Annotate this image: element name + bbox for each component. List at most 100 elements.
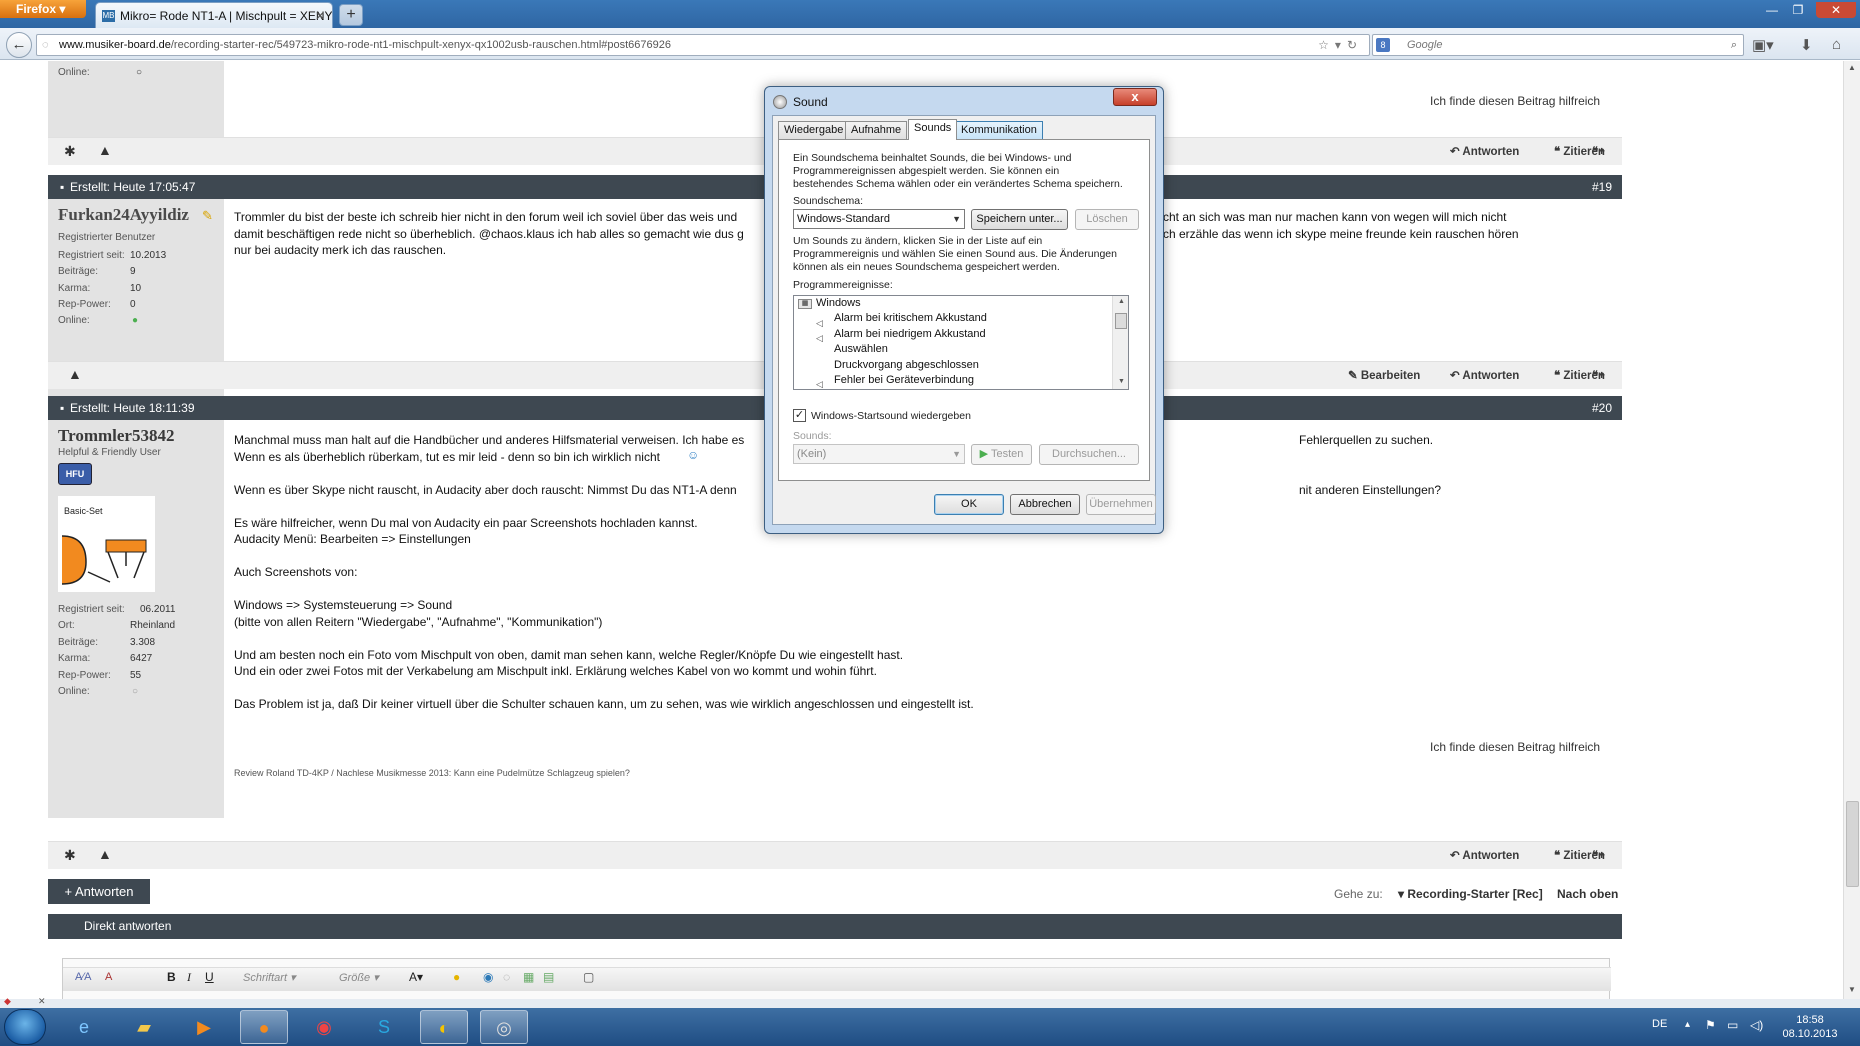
new-reply-button[interactable]: + Antworten <box>48 879 150 904</box>
tab-sounds[interactable]: Sounds <box>908 119 958 140</box>
abp-icon[interactable]: ◆ <box>4 996 11 1007</box>
save-as-button[interactable]: Speichern unter... <box>971 209 1068 230</box>
multi-quote-icon[interactable]: ❝+ <box>1592 848 1605 862</box>
event-item[interactable]: Auswählen <box>834 342 888 357</box>
system-clock[interactable]: 18:58 08.10.2013 <box>1770 1013 1850 1041</box>
username-link[interactable]: Furkan24Ayyildiz <box>58 205 189 225</box>
firefox-menu-button[interactable]: Firefox ▾ <box>0 0 86 18</box>
bold-icon[interactable]: B <box>167 970 176 984</box>
scrollbar-thumb[interactable] <box>1846 801 1859 887</box>
startup-sound-checkbox[interactable]: ✓ <box>793 409 806 422</box>
smiley-insert-icon[interactable]: ● <box>453 970 460 984</box>
speaker-icon: ◁ <box>816 333 823 343</box>
unlink-icon[interactable]: ◌ <box>503 970 510 984</box>
remove-format-icon[interactable]: A <box>105 971 112 983</box>
skype-icon[interactable]: S <box>360 1010 408 1044</box>
scroll-down-icon[interactable]: ▼ <box>1848 985 1856 994</box>
magnifier-icon[interactable]: ⌕ <box>1731 35 1737 55</box>
reply-button[interactable]: ↶ Antworten <box>1450 848 1519 862</box>
bookmarks-icon[interactable]: ▣▾ <box>1752 36 1774 54</box>
ok-button[interactable]: OK <box>934 494 1004 515</box>
post-number-link[interactable]: #19 <box>1592 175 1612 199</box>
event-item[interactable]: Fehler bei Geräteverbindung <box>834 373 974 388</box>
avatar[interactable]: Basic-Set <box>58 496 155 592</box>
search-input[interactable]: 8 Google ⌕ <box>1372 34 1744 56</box>
browse-button[interactable]: Durchsuchen... <box>1039 444 1139 465</box>
internet-explorer-icon[interactable]: e <box>60 1010 108 1044</box>
action-center-flag-icon[interactable]: ⚑ <box>1705 1018 1716 1032</box>
chrome-icon[interactable]: ◉ <box>300 1010 348 1044</box>
delete-button[interactable]: Löschen <box>1075 209 1139 230</box>
back-arrow-icon[interactable]: ← <box>6 32 32 58</box>
link-icon[interactable]: ◉ <box>483 970 493 984</box>
quick-reply-header[interactable]: Direkt antworten <box>48 914 1622 939</box>
image-icon[interactable]: ▦ <box>523 970 534 984</box>
tab-aufnahme[interactable]: Aufnahme <box>845 121 908 139</box>
scroll-up-icon[interactable]: ▲ <box>1848 63 1856 72</box>
username-link[interactable]: Trommler53842 <box>58 426 174 446</box>
volume-icon[interactable]: ◁) <box>1750 1018 1763 1032</box>
scheme-select[interactable]: Windows-Standard ▼ <box>793 209 965 229</box>
url-bar[interactable]: ◌ www.musiker-board.de/recording-starter… <box>36 34 1370 56</box>
event-group-windows[interactable]: Windows <box>816 296 861 311</box>
post-text-line: Es wäre hilfreicher, wenn Du mal von Aud… <box>234 515 698 530</box>
download-icon[interactable]: ⬇ <box>1800 36 1813 54</box>
text-color-icon[interactable]: A▾ <box>409 970 423 984</box>
window-close-icon[interactable]: ✕ <box>1816 2 1856 18</box>
explorer-folder-icon[interactable]: ▰ <box>120 1010 168 1044</box>
show-hidden-icons-icon[interactable]: ▴ <box>1685 1019 1690 1030</box>
events-list[interactable]: ▦ Windows ◁ Alarm bei kritischem Akkusta… <box>793 295 1129 390</box>
goto-dropdown[interactable]: ▾ Recording-Starter [Rec] <box>1398 887 1543 901</box>
reply-button[interactable]: ↶ Antworten <box>1450 144 1519 158</box>
report-warning-icon[interactable]: ▲ <box>68 366 82 382</box>
event-item[interactable]: Druckvorgang abgeschlossen <box>834 358 979 373</box>
edit-button[interactable]: ✎ Bearbeiten <box>1348 368 1420 382</box>
font-select[interactable]: Schriftart ▾ <box>243 971 296 984</box>
start-button[interactable] <box>4 1009 46 1045</box>
minimize-icon[interactable]: — <box>1760 2 1784 18</box>
reply-button[interactable]: ↶ Antworten <box>1450 368 1519 382</box>
page-scrollbar[interactable]: ▲ ▼ <box>1843 61 1860 999</box>
report-warning-icon[interactable]: ▲ <box>98 846 112 862</box>
dialog-close-button[interactable]: x <box>1113 88 1157 106</box>
helpful-link[interactable]: Ich finde diesen Beitrag hilfreich <box>1430 740 1600 754</box>
tab-kommunikation[interactable]: Kommunikation <box>955 121 1043 139</box>
multi-quote-icon[interactable]: ❝+ <box>1592 368 1605 382</box>
media-icon[interactable]: ▤ <box>543 970 554 984</box>
firefox-icon[interactable]: ● <box>240 1010 288 1044</box>
browser-tab[interactable]: MB Mikro= Rode NT1-A | Mischpult = XENY.… <box>95 2 333 28</box>
signature-link[interactable]: Review Roland TD-4KP / Nachlese Musikmes… <box>234 768 630 778</box>
tab-close-icon[interactable]: ✕ <box>315 3 325 28</box>
audacity-icon[interactable]: ◐ <box>420 1010 468 1044</box>
event-item[interactable]: Alarm bei kritischem Akkustand <box>834 311 987 326</box>
home-icon[interactable]: ⌂ <box>1832 36 1841 53</box>
restore-icon[interactable]: ❐ <box>1786 2 1810 18</box>
text-format-icon[interactable]: A⁄A <box>75 971 92 983</box>
back-to-top-link[interactable]: Nach oben <box>1557 887 1618 901</box>
underline-icon[interactable]: U <box>205 970 214 984</box>
addon-close-icon[interactable]: ✕ <box>38 996 46 1007</box>
quote-insert-icon[interactable]: ▢ <box>583 970 594 984</box>
speaker-icon: ◁ <box>816 379 823 389</box>
test-button[interactable]: ▶ Testen <box>971 444 1032 465</box>
sound-select[interactable]: (Kein) ▼ <box>793 444 965 464</box>
helpful-link[interactable]: Ich finde diesen Beitrag hilfreich <box>1430 94 1600 108</box>
size-select[interactable]: Größe ▾ <box>339 971 379 984</box>
star-icon[interactable]: ✱ <box>64 143 76 160</box>
language-indicator[interactable]: DE <box>1652 1018 1667 1030</box>
tab-wiedergabe[interactable]: Wiedergabe <box>778 121 850 139</box>
italic-icon[interactable]: I <box>187 970 191 985</box>
media-player-icon[interactable]: ▶ <box>180 1010 228 1044</box>
events-scrollbar[interactable]: ▲ ▼ <box>1112 296 1128 389</box>
bookmark-star-icon[interactable]: ☆▾↻ <box>1318 35 1363 55</box>
network-icon[interactable]: ▭ <box>1727 1018 1738 1032</box>
star-icon[interactable]: ✱ <box>64 847 76 864</box>
multi-quote-icon[interactable]: ❝+ <box>1592 144 1605 158</box>
post-number-link[interactable]: #20 <box>1592 396 1612 420</box>
report-warning-icon[interactable]: ▲ <box>98 142 112 158</box>
sound-settings-icon[interactable]: ◎ <box>480 1010 528 1044</box>
event-item[interactable]: Alarm bei niedrigem Akkustand <box>834 327 986 342</box>
new-tab-button[interactable]: + <box>339 4 363 26</box>
apply-button[interactable]: Übernehmen <box>1086 494 1156 515</box>
cancel-button[interactable]: Abbrechen <box>1010 494 1080 515</box>
